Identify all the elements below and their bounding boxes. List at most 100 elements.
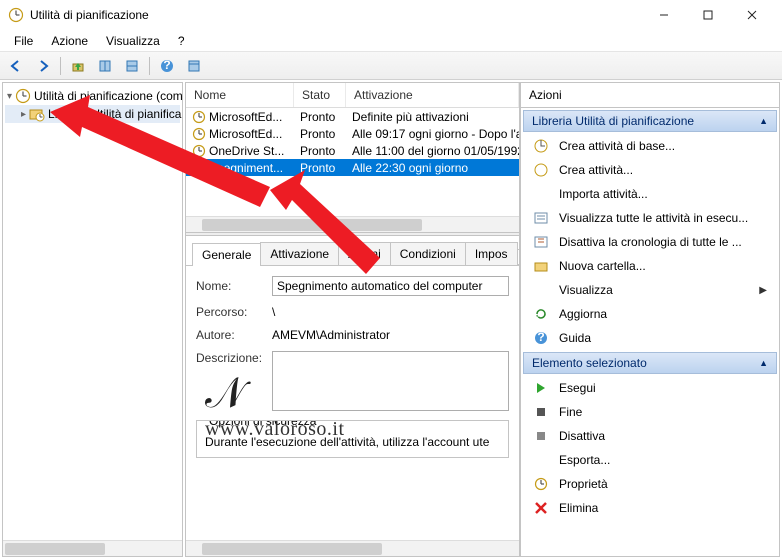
detail-pane: Generale Attivazione Azioni Condizioni I… xyxy=(186,236,519,556)
action-disable-history[interactable]: Disattiva la cronologia di tutte le ... xyxy=(521,230,779,254)
table-row[interactable]: MicrosoftEd... Pronto Alle 09:17 ogni gi… xyxy=(186,125,519,142)
minimize-button[interactable] xyxy=(642,1,686,29)
table-row-selected[interactable]: Spegniment... Pronto Alle 22:30 ogni gio… xyxy=(186,159,519,176)
toolbar: ? xyxy=(0,52,782,80)
export-icon xyxy=(533,452,549,468)
menu-file[interactable]: File xyxy=(6,32,41,50)
action-refresh[interactable]: Aggiorna xyxy=(521,302,779,326)
label-descrizione: Descrizione: xyxy=(196,351,272,365)
view-button-3[interactable] xyxy=(182,55,206,77)
window-title: Utilità di pianificazione xyxy=(30,8,642,22)
tab-azioni[interactable]: Azioni xyxy=(338,242,391,265)
action-help[interactable]: ?Guida xyxy=(521,326,779,350)
action-export[interactable]: Esporta... xyxy=(521,448,779,472)
action-end[interactable]: Fine xyxy=(521,400,779,424)
list-body: MicrosoftEd... Pronto Definite più attiv… xyxy=(186,108,519,176)
tree-root-label: Utilità di pianificazione (comp xyxy=(34,89,182,103)
scheduler-icon xyxy=(15,88,31,104)
detail-scrollbar[interactable] xyxy=(186,540,519,556)
action-view[interactable]: Visualizza▶ xyxy=(521,278,779,302)
tab-generale[interactable]: Generale xyxy=(192,243,261,266)
maximize-button[interactable] xyxy=(686,1,730,29)
input-nome[interactable] xyxy=(272,276,509,296)
help-icon: ? xyxy=(533,330,549,346)
tree-scrollbar[interactable] xyxy=(3,540,182,556)
col-attivazione[interactable]: Attivazione xyxy=(346,83,519,107)
col-nome[interactable]: Nome xyxy=(186,83,294,107)
tree-pane: ▾ Utilità di pianificazione (comp ▸ Libr… xyxy=(2,82,183,557)
action-create[interactable]: Crea attività... xyxy=(521,158,779,182)
table-row[interactable]: MicrosoftEd... Pronto Definite più attiv… xyxy=(186,108,519,125)
view-button-1[interactable] xyxy=(93,55,117,77)
table-row[interactable]: OneDrive St... Pronto Alle 11:00 del gio… xyxy=(186,142,519,159)
play-icon xyxy=(533,380,549,396)
action-import[interactable]: Importa attività... xyxy=(521,182,779,206)
svg-text:?: ? xyxy=(537,330,544,344)
toolbar-separator xyxy=(149,57,150,75)
menu-azione[interactable]: Azione xyxy=(43,32,96,50)
action-create-basic[interactable]: Crea attività di base... xyxy=(521,134,779,158)
disable-icon xyxy=(533,428,549,444)
help-button[interactable]: ? xyxy=(155,55,179,77)
task-list-pane: Nome Stato Attivazione MicrosoftEd... Pr… xyxy=(185,82,520,557)
label-nome: Nome: xyxy=(196,279,272,293)
folder-clock-icon xyxy=(29,106,45,122)
action-run[interactable]: Esegui xyxy=(521,376,779,400)
refresh-icon xyxy=(533,306,549,322)
group-title-sicurezza: Opzioni di sicurezza xyxy=(205,420,320,428)
stop-icon xyxy=(533,404,549,420)
folder-icon xyxy=(533,258,549,274)
app-icon xyxy=(8,7,24,23)
svg-text:?: ? xyxy=(163,59,170,72)
menu-help[interactable]: ? xyxy=(170,32,193,50)
group-sicurezza: Opzioni di sicurezza Durante l'esecuzion… xyxy=(196,420,509,458)
action-properties[interactable]: Proprietà xyxy=(521,472,779,496)
label-percorso: Percorso: xyxy=(196,305,272,319)
value-autore: AMEVM\Administrator xyxy=(272,328,390,342)
titlebar: Utilità di pianificazione xyxy=(0,0,782,30)
tab-condizioni[interactable]: Condizioni xyxy=(390,242,466,265)
wizard-icon xyxy=(533,138,549,154)
up-folder-button[interactable] xyxy=(66,55,90,77)
delete-icon xyxy=(533,500,549,516)
history-icon xyxy=(533,234,549,250)
collapse-icon[interactable]: ▲ xyxy=(759,116,768,126)
tab-impostazioni[interactable]: Impos xyxy=(465,242,518,265)
toolbar-separator xyxy=(60,57,61,75)
task-icon xyxy=(533,162,549,178)
input-descrizione[interactable] xyxy=(272,351,509,411)
tabstrip: Generale Attivazione Azioni Condizioni I… xyxy=(186,236,519,266)
actions-title: Azioni xyxy=(521,83,779,108)
menu-visualizza[interactable]: Visualizza xyxy=(98,32,168,50)
col-stato[interactable]: Stato xyxy=(294,83,346,107)
import-icon xyxy=(533,186,549,202)
menubar: File Azione Visualizza ? xyxy=(0,30,782,52)
properties-icon xyxy=(533,476,549,492)
expand-icon[interactable]: ▾ xyxy=(7,91,12,102)
forward-button[interactable] xyxy=(31,55,55,77)
action-show-running[interactable]: Visualizza tutte le attività in esecu... xyxy=(521,206,779,230)
view-button-2[interactable] xyxy=(120,55,144,77)
list-icon xyxy=(533,210,549,226)
label-autore: Autore: xyxy=(196,328,272,342)
action-disable[interactable]: Disattiva xyxy=(521,424,779,448)
back-button[interactable] xyxy=(4,55,28,77)
sicurezza-text: Durante l'esecuzione dell'attività, util… xyxy=(205,435,500,449)
actions-group-selected[interactable]: Elemento selezionato ▲ xyxy=(523,352,777,374)
tree-root[interactable]: ▾ Utilità di pianificazione (comp xyxy=(5,87,180,105)
close-button[interactable] xyxy=(730,1,774,29)
tab-attivazione[interactable]: Attivazione xyxy=(260,242,339,265)
actions-pane: Azioni Libreria Utilità di pianificazion… xyxy=(520,82,780,557)
tree-library[interactable]: ▸ Libreria Utilità di pianifica xyxy=(5,105,180,123)
action-delete[interactable]: Elimina xyxy=(521,496,779,520)
expand-icon[interactable]: ▸ xyxy=(21,109,26,120)
action-new-folder[interactable]: Nuova cartella... xyxy=(521,254,779,278)
value-percorso: \ xyxy=(272,305,275,319)
submenu-icon: ▶ xyxy=(759,285,767,296)
blank-icon xyxy=(533,282,549,298)
collapse-icon[interactable]: ▲ xyxy=(759,358,768,368)
actions-group-library[interactable]: Libreria Utilità di pianificazione ▲ xyxy=(523,110,777,132)
list-scrollbar[interactable] xyxy=(186,216,519,232)
tree-library-label: Libreria Utilità di pianifica xyxy=(48,107,181,121)
list-header: Nome Stato Attivazione xyxy=(186,83,519,108)
